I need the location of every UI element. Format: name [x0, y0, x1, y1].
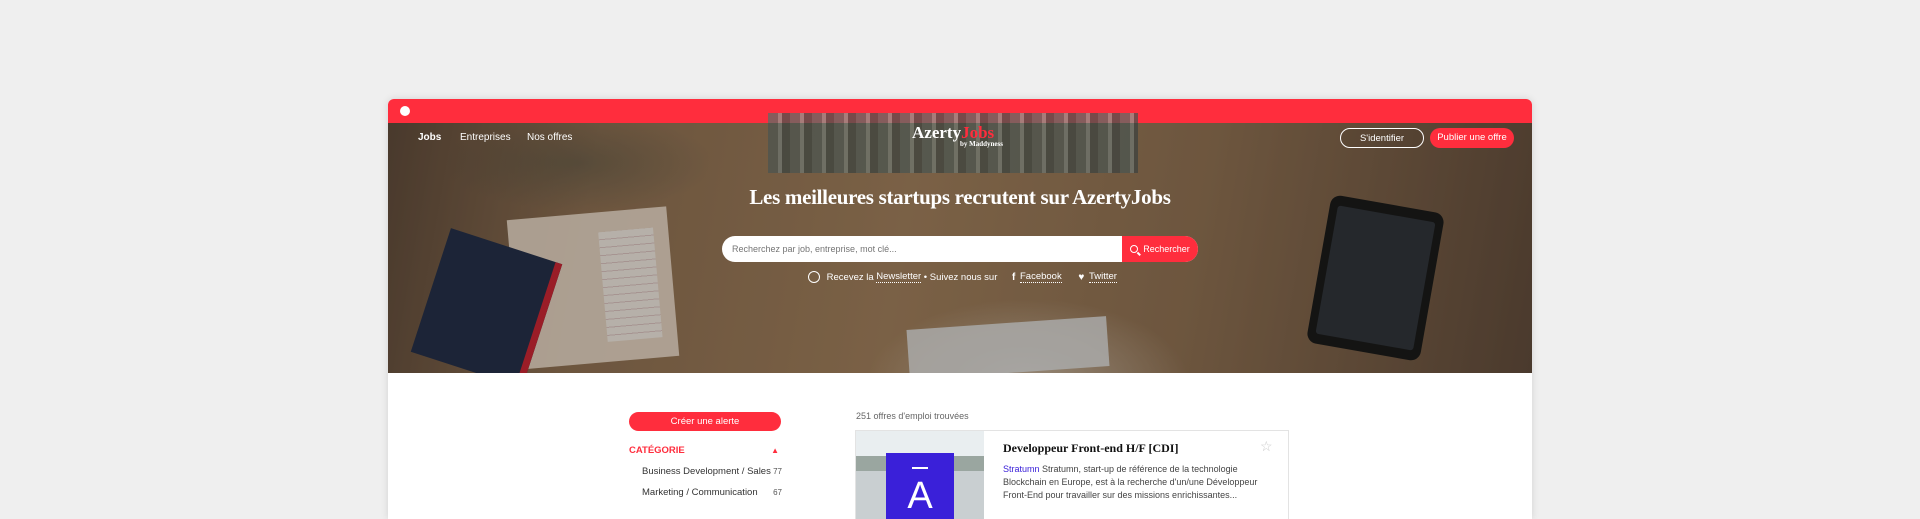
- nav-jobs[interactable]: Jobs: [418, 132, 441, 143]
- search-bar: Rechercher: [722, 236, 1198, 262]
- category-label: Business Development / Sales: [642, 466, 771, 477]
- site-logo[interactable]: AzertyJobs by Maddyness: [912, 123, 1012, 148]
- search-button-label: Rechercher: [1143, 244, 1190, 254]
- newsletter-link[interactable]: Newsletter: [876, 271, 922, 283]
- job-description-text: Stratumn, start-up de référence de la te…: [1003, 464, 1258, 500]
- twitter-icon: ♥: [1078, 271, 1085, 283]
- search-input[interactable]: [722, 236, 1112, 262]
- nav-entreprises[interactable]: Entreprises: [460, 132, 511, 143]
- job-image: A: [856, 431, 984, 519]
- main-content: Créer une alerte CATÉGORIE ▲ Business De…: [388, 373, 1532, 519]
- job-title[interactable]: Developpeur Front-end H/F [CDI]: [1003, 441, 1178, 456]
- results-count: 251 offres d'emploi trouvées: [856, 411, 969, 421]
- browser-window: Jobs Entreprises Nos offres AzertyJobs b…: [388, 99, 1532, 519]
- top-nav: Jobs Entreprises Nos offres AzertyJobs b…: [388, 123, 1532, 155]
- window-dot[interactable]: [400, 106, 410, 116]
- hero-title: Les meilleures startups recrutent sur Az…: [749, 185, 1171, 209]
- newsletter-icon: [808, 271, 820, 283]
- category-header[interactable]: CATÉGORIE ▲: [629, 445, 779, 456]
- logo-main: Azerty: [912, 123, 962, 142]
- facebook-icon: f: [1012, 271, 1016, 283]
- login-button[interactable]: S'identifier: [1340, 128, 1424, 148]
- category-count: 67: [773, 488, 782, 497]
- twitter-link[interactable]: Twitter: [1088, 271, 1117, 283]
- facebook-link[interactable]: Facebook: [1019, 271, 1062, 283]
- social-separator: •: [923, 271, 928, 283]
- job-description: Stratumn Stratumn, start-up de référence…: [1003, 463, 1278, 502]
- logo-by: by Maddyness: [960, 140, 1003, 148]
- nav-nos-offres[interactable]: Nos offres: [527, 132, 572, 143]
- category-item[interactable]: Marketing / Communication 67: [642, 487, 782, 498]
- search-button[interactable]: Rechercher: [1122, 236, 1198, 262]
- publish-offer-button[interactable]: Publier une offre: [1430, 128, 1514, 148]
- category-label: Marketing / Communication: [642, 487, 758, 498]
- chevron-up-icon: ▲: [771, 446, 779, 455]
- category-count: 77: [773, 467, 782, 476]
- newsletter-prefix: Recevez la: [826, 271, 874, 283]
- search-icon: [1130, 245, 1139, 253]
- category-title: CATÉGORIE: [629, 445, 685, 456]
- star-icon[interactable]: ☆: [1260, 438, 1273, 455]
- company-logo: A: [886, 453, 954, 519]
- category-item[interactable]: Business Development / Sales 77: [642, 466, 782, 477]
- follow-text: Suivez nous sur: [929, 271, 998, 283]
- hero-banner: Jobs Entreprises Nos offres AzertyJobs b…: [388, 113, 1532, 388]
- create-alert-button[interactable]: Créer une alerte: [629, 412, 781, 431]
- job-card[interactable]: A Developpeur Front-end H/F [CDI] ☆ Stra…: [855, 430, 1289, 519]
- company-link[interactable]: Stratumn: [1003, 464, 1040, 474]
- social-links: Recevez la Newsletter • Suivez nous sur …: [808, 271, 1117, 285]
